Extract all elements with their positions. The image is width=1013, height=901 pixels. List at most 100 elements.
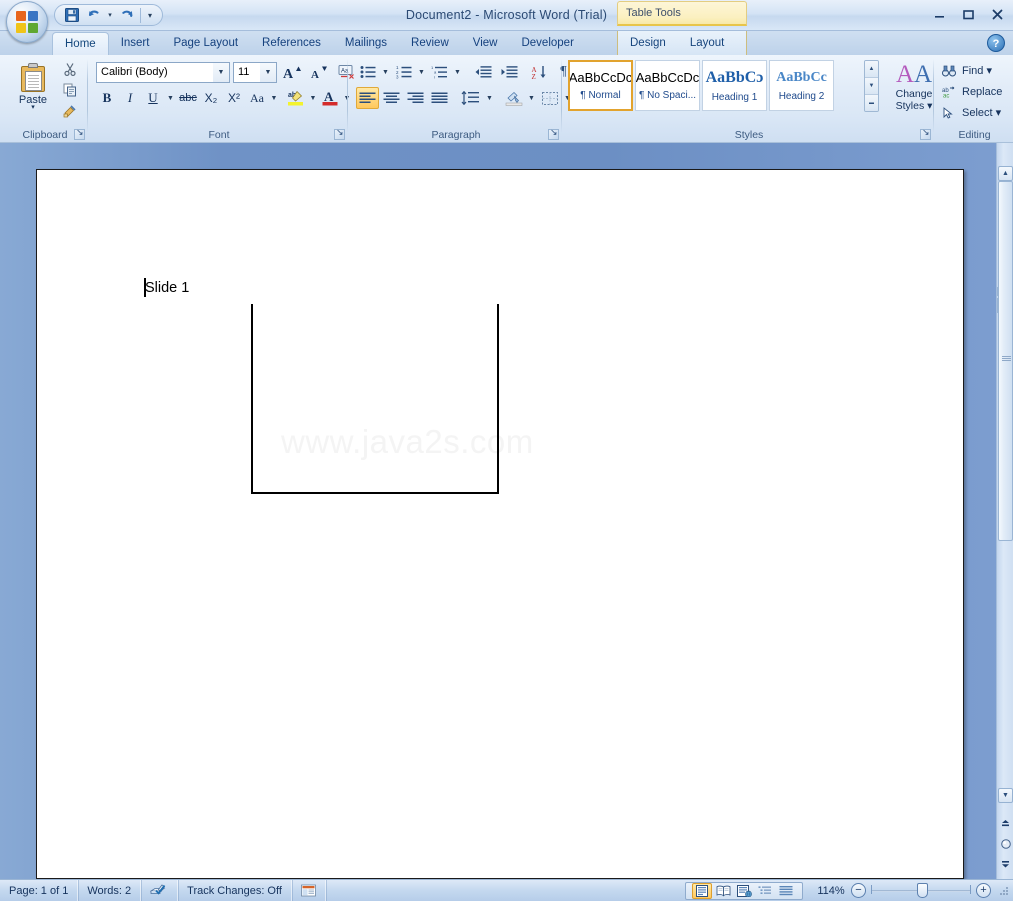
office-button[interactable] <box>6 1 48 43</box>
styles-scroll-down-icon[interactable]: ▼ <box>865 78 878 95</box>
highlight-dropdown-icon[interactable]: ▼ <box>308 87 318 109</box>
zoom-slider-handle[interactable] <box>917 883 928 898</box>
paste-dropdown-icon[interactable]: ▾ <box>31 104 35 111</box>
proofing-status[interactable] <box>141 879 179 901</box>
styles-dialog-launcher[interactable] <box>920 127 931 140</box>
bullets-dropdown-icon[interactable]: ▼ <box>380 61 391 83</box>
copy-button[interactable] <box>58 80 82 100</box>
shrink-font-button[interactable]: A <box>307 61 331 83</box>
numbering-dropdown-icon[interactable]: ▼ <box>416 61 427 83</box>
styles-more-icon[interactable]: ▬ <box>865 95 878 111</box>
help-icon[interactable]: ? <box>987 34 1005 52</box>
group-divider <box>87 59 88 133</box>
font-size-input[interactable]: 11 ▼ <box>233 61 277 83</box>
font-color-button[interactable]: A <box>319 87 341 109</box>
tab-view[interactable]: View <box>461 31 510 55</box>
strikethrough-button[interactable]: abc <box>177 87 199 109</box>
minimize-button[interactable] <box>929 6 949 22</box>
style-normal[interactable]: AaBbCcDc ¶ Normal <box>568 60 633 111</box>
resize-grip[interactable] <box>997 884 1011 898</box>
sort-button[interactable]: A Z <box>528 61 551 83</box>
select-button[interactable]: Select ▾ <box>939 102 1009 123</box>
style-no-spacing[interactable]: AaBbCcDc ¶ No Spaci... <box>635 60 700 111</box>
scroll-thumb[interactable] <box>998 181 1013 541</box>
increase-indent-button[interactable] <box>496 61 521 83</box>
subscript-button[interactable]: X₂ <box>200 87 222 109</box>
maximize-button[interactable] <box>958 6 978 22</box>
font-name-input[interactable]: Calibri (Body) ▼ <box>96 61 230 83</box>
tab-references[interactable]: References <box>250 31 333 55</box>
paragraph-dialog-launcher[interactable] <box>548 127 559 140</box>
styles-scroll-up-icon[interactable]: ▲ <box>865 61 878 78</box>
style-heading-2[interactable]: AaBbCc Heading 2 <box>769 60 834 111</box>
zoom-in-button[interactable]: + <box>976 883 991 898</box>
align-center-button[interactable] <box>380 87 403 109</box>
tab-page-layout[interactable]: Page Layout <box>161 31 250 55</box>
tab-review[interactable]: Review <box>399 31 461 55</box>
zoom-level[interactable]: 114% <box>811 885 851 897</box>
underline-button[interactable]: U <box>142 87 164 109</box>
multilevel-dropdown-icon[interactable]: ▼ <box>452 61 463 83</box>
track-changes-status[interactable]: Track Changes: Off <box>178 879 292 901</box>
document-page[interactable]: www.java2s.com Slide 1 <box>36 169 964 879</box>
group-divider <box>347 59 348 133</box>
justify-button[interactable] <box>428 87 451 109</box>
align-left-button[interactable] <box>356 87 379 109</box>
scroll-down-icon[interactable]: ▼ <box>998 788 1013 803</box>
font-size-dropdown-icon[interactable]: ▼ <box>260 62 276 82</box>
superscript-button[interactable]: X² <box>223 87 245 109</box>
line-spacing-dropdown-icon[interactable]: ▼ <box>484 87 495 109</box>
tab-insert[interactable]: Insert <box>109 31 162 55</box>
close-button[interactable] <box>987 6 1007 22</box>
view-print-layout-button[interactable] <box>692 882 712 899</box>
zoom-slider-track[interactable] <box>871 883 971 898</box>
word-count[interactable]: Words: 2 <box>78 879 142 901</box>
macro-recording-status[interactable] <box>292 879 326 901</box>
font-dialog-launcher[interactable] <box>334 127 345 140</box>
previous-page-icon[interactable] <box>998 816 1013 831</box>
tab-table-design[interactable]: Design <box>618 31 678 55</box>
cut-button[interactable] <box>58 59 82 79</box>
view-draft-button[interactable] <box>776 883 796 899</box>
vertical-scrollbar[interactable]: ▲ ▼ <box>996 143 1013 879</box>
view-full-screen-reading-button[interactable] <box>713 883 733 899</box>
document-body-text[interactable]: Slide 1 <box>145 280 189 296</box>
grow-font-button[interactable]: A <box>280 61 304 83</box>
shading-dropdown-icon[interactable]: ▼ <box>526 87 537 109</box>
decrease-indent-button[interactable] <box>470 61 495 83</box>
font-name-dropdown-icon[interactable]: ▼ <box>213 62 229 82</box>
replace-button[interactable]: ab ac Replace <box>939 81 1009 102</box>
line-spacing-button[interactable] <box>458 87 483 109</box>
tab-mailings[interactable]: Mailings <box>333 31 399 55</box>
numbering-button[interactable]: 1 2 3 <box>392 61 415 83</box>
change-case-dropdown-icon[interactable]: ▼ <box>269 87 279 109</box>
borders-button[interactable] <box>538 87 561 109</box>
paragraph-row-top: ▼ 1 2 3 ▼ 1 a i ▼ A Z ¶ <box>356 61 575 83</box>
tab-table-layout[interactable]: Layout <box>678 31 737 55</box>
scroll-up-icon[interactable]: ▲ <box>998 166 1013 181</box>
clipboard-dialog-launcher[interactable] <box>74 127 85 140</box>
next-page-icon[interactable] <box>998 856 1013 871</box>
browse-object-icon[interactable] <box>998 836 1013 851</box>
align-right-button[interactable] <box>404 87 427 109</box>
bullets-button[interactable] <box>356 61 379 83</box>
change-case-button[interactable]: Aa <box>246 87 268 109</box>
find-button[interactable]: Find ▾ <box>939 60 1009 81</box>
paste-button[interactable]: Paste ▾ <box>8 59 58 121</box>
text-highlight-color-button[interactable]: ab <box>285 87 307 109</box>
page-indicator[interactable]: Page: 1 of 1 <box>0 879 79 901</box>
multilevel-list-button[interactable]: 1 a i <box>428 61 451 83</box>
shading-button[interactable] <box>502 87 525 109</box>
italic-button[interactable]: I <box>119 87 141 109</box>
view-web-layout-button[interactable] <box>734 883 754 899</box>
underline-dropdown-icon[interactable]: ▼ <box>165 87 176 109</box>
tab-home[interactable]: Home <box>52 32 109 55</box>
document-table[interactable] <box>251 304 499 494</box>
style-heading-1[interactable]: AaBbCɔ Heading 1 <box>702 60 767 111</box>
bold-button[interactable]: B <box>96 87 118 109</box>
ribbon-group-clipboard: Paste ▾ Clipboard ↘ <box>2 56 88 142</box>
view-outline-button[interactable] <box>755 883 775 899</box>
format-painter-button[interactable] <box>58 101 82 121</box>
zoom-out-button[interactable]: − <box>851 883 866 898</box>
tab-developer[interactable]: Developer <box>509 31 585 55</box>
